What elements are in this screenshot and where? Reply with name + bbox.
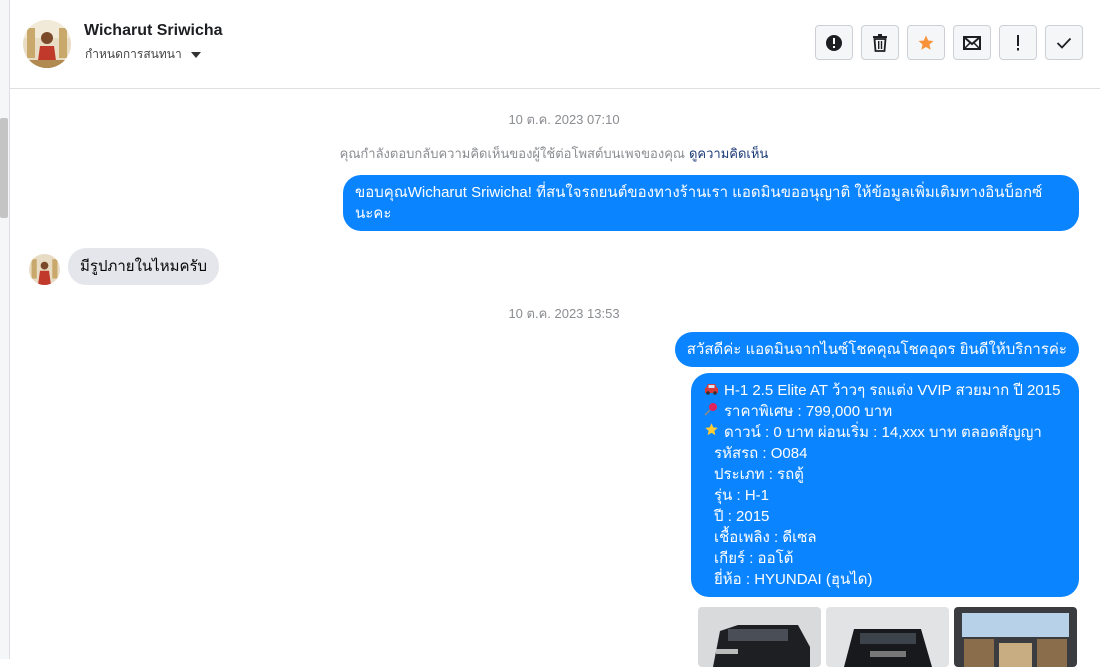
car-icon (703, 380, 719, 401)
car-photo-2[interactable] (826, 607, 949, 667)
message-text: ขอบคุณWicharut Sriwicha! ที่สนใจรถยนต์ขอ… (355, 184, 1043, 201)
car-photo-1[interactable] (698, 607, 821, 667)
detail-fuel: เชื้อเพลิง : ดีเซล (714, 529, 817, 546)
contact-avatar[interactable] (23, 20, 71, 68)
contact-name: Wicharut Sriwicha (84, 22, 223, 39)
incoming-message-1: มีรูปภายในไหมครับ (68, 248, 220, 285)
outgoing-message-1: ขอบคุณWicharut Sriwicha! ที่สนใจรถยนต์ขอ… (343, 175, 1079, 231)
detail-code: รหัสรถ : O084 (714, 445, 808, 462)
detail-price-line: ราคาพิเศษ : 799,000 บาท (703, 401, 1067, 422)
star-button[interactable] (907, 25, 945, 60)
outgoing-message-2: สวัสดีค่ะ แอดมินจากไนซ์โชคคุณโชคอุดร ยิน… (674, 332, 1079, 367)
system-note: คุณกำลังตอบกลับความคิดเห็นของผู้ใช้ต่อโพ… (0, 143, 1100, 164)
detail-title: H-1 2.5 Elite AT ว้าวๆ รถแต่ง VVIP สวยมา… (724, 382, 1061, 399)
detail-price: ราคาพิเศษ : 799,000 บาท (724, 403, 893, 420)
conversation-status-dropdown[interactable]: กำหนดการสนทนา (85, 45, 201, 64)
left-panel-edge (0, 0, 10, 659)
sender-avatar (29, 254, 60, 285)
detail-gear: เกียร์ : ออโต้ (714, 550, 794, 567)
detail-type: ประเภท : รถตู้ (714, 466, 804, 483)
timestamp-2: 10 ต.ค. 2023 13:53 (508, 306, 620, 321)
car-photo-3[interactable] (954, 607, 1077, 667)
vehicle-details-message: H-1 2.5 Elite AT ว้าวๆ รถแต่ง VVIP สวยมา… (691, 373, 1079, 597)
alert-circle-icon (826, 34, 842, 51)
conversation-status-label: กำหนดการสนทนา (85, 47, 182, 61)
star-icon (918, 35, 934, 50)
important-button[interactable] (999, 25, 1037, 60)
detail-down-line: ดาวน์ : 0 บาท ผ่อนเริ่ม : 14,xxx บาท ตลอ… (703, 422, 1067, 443)
envelope-icon (963, 35, 981, 50)
done-button[interactable] (1045, 25, 1083, 60)
view-comment-link[interactable]: ดูความคิดเห็น (689, 146, 768, 161)
detail-year: ปี : 2015 (714, 508, 770, 525)
detail-brand: ยี่ห้อ : HYUNDAI (ฮุนได) (714, 571, 873, 588)
system-note-text: คุณกำลังตอบกลับความคิดเห็นของผู้ใช้ต่อโพ… (339, 146, 685, 161)
header-actions (815, 25, 1083, 60)
left-scrollbar[interactable] (0, 118, 8, 218)
pushpin-icon (703, 401, 719, 422)
caret-down-icon (190, 51, 201, 58)
delete-button[interactable] (861, 25, 899, 60)
mark-unread-button[interactable] (953, 25, 991, 60)
star-emoji-icon (703, 422, 719, 443)
conversation-header: Wicharut Sriwicha กำหนดการสนทนา (10, 0, 1100, 89)
exclamation-icon (1017, 34, 1019, 50)
detail-model: รุ่น : H-1 (714, 487, 769, 504)
check-icon (1056, 37, 1072, 49)
message-text: นะคะ (355, 205, 392, 222)
trash-icon (873, 33, 887, 52)
report-button[interactable] (815, 25, 853, 60)
detail-title-line: H-1 2.5 Elite AT ว้าวๆ รถแต่ง VVIP สวยมา… (703, 380, 1067, 401)
detail-down-payment: ดาวน์ : 0 บาท ผ่อนเริ่ม : 14,xxx บาท ตลอ… (724, 424, 1042, 441)
photo-attachments (698, 607, 1077, 667)
timestamp-1: 10 ต.ค. 2023 07:10 (508, 112, 620, 127)
